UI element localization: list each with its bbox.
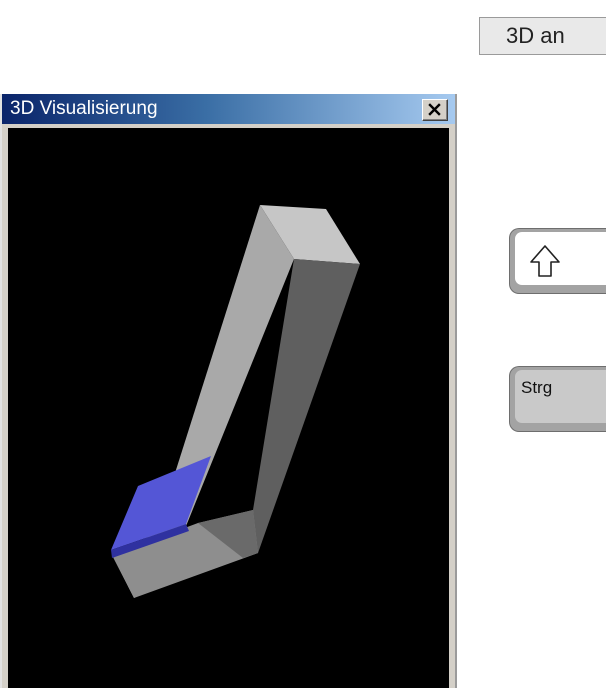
shift-key[interactable]	[509, 228, 606, 294]
shift-arrow-icon	[530, 245, 560, 277]
3d-viewport[interactable]	[8, 128, 449, 688]
screen: 3D an 3D Visualisierung Strg	[0, 0, 606, 688]
strg-key-label: Strg	[521, 378, 553, 397]
window-title: 3D Visualisierung	[10, 98, 158, 119]
tool-holder-3d-model	[111, 205, 360, 598]
close-x-icon	[428, 103, 441, 116]
3d-visualization-window: 3D Visualisierung	[0, 94, 457, 688]
3d-on-softkey[interactable]: 3D an	[479, 17, 606, 55]
close-button[interactable]	[422, 99, 448, 121]
window-titlebar[interactable]: 3D Visualisierung	[2, 94, 455, 124]
strg-key[interactable]: Strg	[509, 366, 606, 432]
